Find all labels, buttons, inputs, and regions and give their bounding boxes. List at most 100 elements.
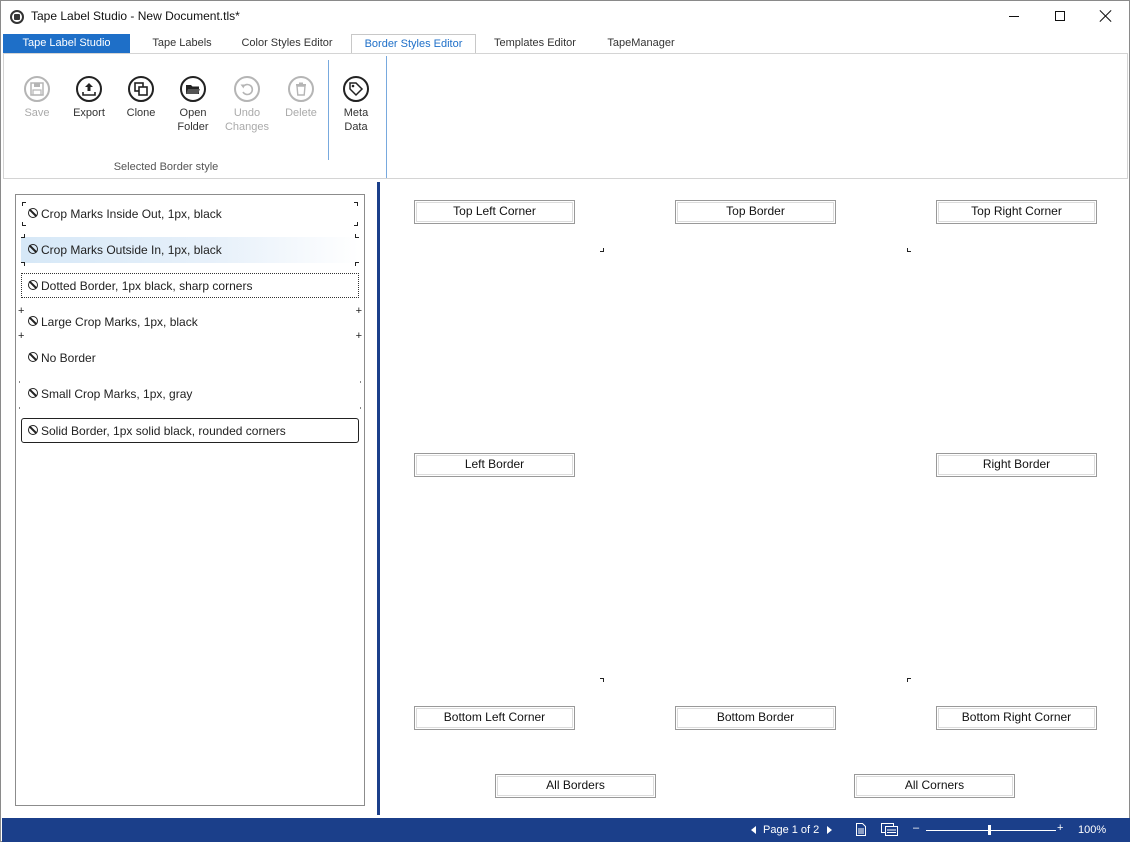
crop-mark: + — [355, 305, 362, 317]
multi-page-view-icon[interactable] — [881, 823, 899, 839]
zoom-slider-thumb[interactable] — [988, 825, 991, 835]
crop-mark — [22, 202, 26, 206]
list-item-large-crop-marks[interactable]: + + + + Large Crop Marks, 1px, black — [18, 305, 362, 342]
crop-mark — [360, 381, 361, 383]
undo-changes-button[interactable]: Undo Changes — [223, 76, 271, 134]
border-editor-canvas: Top Left Corner Top Border Top Right Cor… — [381, 182, 1129, 816]
tab-border-styles-editor[interactable]: Border Styles Editor — [351, 34, 476, 54]
no-entry-icon — [28, 244, 38, 254]
open-folder-label-1: Open — [179, 107, 207, 119]
top-left-corner-button[interactable]: Top Left Corner — [414, 200, 575, 224]
meta-label-1: Meta — [343, 107, 369, 119]
zoom-level: 100% — [1078, 824, 1107, 836]
list-item-crop-marks-outside-in[interactable]: Crop Marks Outside In, 1px, black — [21, 234, 359, 266]
all-borders-button[interactable]: All Borders — [495, 774, 656, 798]
crop-mark — [21, 262, 25, 266]
clone-label: Clone — [126, 107, 156, 119]
top-right-corner-button[interactable]: Top Right Corner — [936, 200, 1097, 224]
no-entry-icon — [28, 280, 38, 290]
app-window: Tape Label Studio - New Document.tls* Ta… — [0, 0, 1130, 842]
zoom-in-button[interactable]: + — [1057, 822, 1063, 834]
tab-tapemanager[interactable]: TapeManager — [597, 34, 685, 54]
crop-mark — [354, 202, 358, 206]
ribbon-group-separator — [328, 60, 329, 160]
tab-templates-editor[interactable]: Templates Editor — [483, 34, 587, 54]
bottom-left-corner-button[interactable]: Bottom Left Corner — [414, 706, 575, 730]
preview-crop-mark — [600, 248, 604, 252]
list-item-label: Crop Marks Outside In, 1px, black — [41, 243, 222, 257]
clone-button[interactable]: Clone — [117, 76, 165, 120]
ribbon-group-label: Selected Border style — [113, 161, 219, 173]
save-label: Save — [24, 107, 50, 119]
title-bar: Tape Label Studio - New Document.tls* — [1, 1, 1129, 32]
maximize-icon — [1055, 11, 1065, 21]
panel-splitter[interactable] — [377, 182, 380, 815]
page-indicator: Page 1 of 2 — [763, 824, 820, 836]
zoom-slider[interactable] — [926, 830, 1056, 831]
all-corners-button[interactable]: All Corners — [854, 774, 1015, 798]
open-folder-label-2: Folder — [177, 121, 209, 133]
ribbon: Save Export Clone Open Folder Undo Chang… — [3, 53, 1128, 179]
bottom-border-button[interactable]: Bottom Border — [675, 706, 836, 730]
status-bar: Page 1 of 2 – + 100% — [2, 818, 1130, 842]
no-entry-icon — [28, 388, 38, 398]
undo-label-1: Undo — [233, 107, 261, 119]
ribbon-tabs: Tape Label Studio Tape Labels Color Styl… — [1, 34, 1129, 54]
zoom-out-button[interactable]: – — [913, 822, 919, 834]
maximize-button[interactable] — [1037, 1, 1083, 32]
crop-mark — [21, 234, 25, 238]
minimize-icon — [1009, 16, 1019, 17]
minimize-button[interactable] — [991, 1, 1037, 32]
crop-mark: + — [355, 330, 362, 342]
list-item-label: Crop Marks Inside Out, 1px, black — [41, 207, 222, 221]
right-border-button[interactable]: Right Border — [936, 453, 1097, 477]
window-title: Tape Label Studio - New Document.tls* — [31, 9, 240, 23]
top-border-button[interactable]: Top Border — [675, 200, 836, 224]
list-item-solid-border[interactable]: Solid Border, 1px solid black, rounded c… — [21, 418, 359, 443]
list-item-label: No Border — [41, 351, 96, 365]
list-item-crop-marks-inside-out[interactable]: Crop Marks Inside Out, 1px, black — [21, 201, 359, 227]
no-entry-icon — [28, 352, 38, 362]
crop-mark — [22, 222, 26, 226]
list-item-label: Small Crop Marks, 1px, gray — [41, 387, 193, 401]
list-item-dotted-border[interactable]: Dotted Border, 1px black, sharp corners — [21, 273, 359, 298]
close-button[interactable] — [1083, 1, 1129, 32]
save-button[interactable]: Save — [13, 76, 61, 120]
export-button[interactable]: Export — [65, 76, 113, 120]
undo-icon — [234, 76, 260, 102]
previous-page-icon[interactable] — [751, 826, 756, 834]
export-label: Export — [73, 107, 105, 119]
next-page-icon[interactable] — [827, 826, 832, 834]
delete-label: Delete — [285, 107, 317, 119]
tab-tape-label-studio[interactable]: Tape Label Studio — [3, 34, 130, 54]
preview-crop-mark — [600, 678, 604, 682]
tag-icon — [343, 76, 369, 102]
left-border-button[interactable]: Left Border — [414, 453, 575, 477]
clone-icon — [128, 76, 154, 102]
meta-data-button[interactable]: Meta Data — [332, 76, 380, 134]
export-icon — [76, 76, 102, 102]
folder-icon — [180, 76, 206, 102]
list-item-label: Solid Border, 1px solid black, rounded c… — [41, 424, 286, 438]
bottom-right-corner-button[interactable]: Bottom Right Corner — [936, 706, 1097, 730]
tab-color-styles-editor[interactable]: Color Styles Editor — [232, 34, 342, 54]
tab-tape-labels[interactable]: Tape Labels — [142, 34, 222, 54]
no-entry-icon — [28, 425, 38, 435]
save-icon — [24, 76, 50, 102]
trash-icon — [288, 76, 314, 102]
border-styles-list[interactable]: Crop Marks Inside Out, 1px, black Crop M… — [15, 194, 365, 806]
list-item-no-border[interactable]: No Border — [21, 345, 359, 371]
crop-mark: + — [18, 305, 25, 317]
list-item-label: Dotted Border, 1px black, sharp corners — [41, 279, 253, 293]
list-item-small-crop-marks[interactable]: Small Crop Marks, 1px, gray — [19, 381, 361, 409]
meta-label-2: Data — [344, 121, 368, 133]
crop-mark: + — [18, 330, 25, 342]
no-entry-icon — [28, 208, 38, 218]
delete-button[interactable]: Delete — [277, 76, 325, 120]
list-item-label: Large Crop Marks, 1px, black — [41, 315, 198, 329]
close-icon — [1099, 9, 1113, 23]
preview-crop-mark — [907, 678, 911, 682]
single-page-view-icon[interactable] — [856, 823, 866, 839]
undo-label-2: Changes — [224, 121, 270, 133]
open-folder-button[interactable]: Open Folder — [169, 76, 217, 134]
